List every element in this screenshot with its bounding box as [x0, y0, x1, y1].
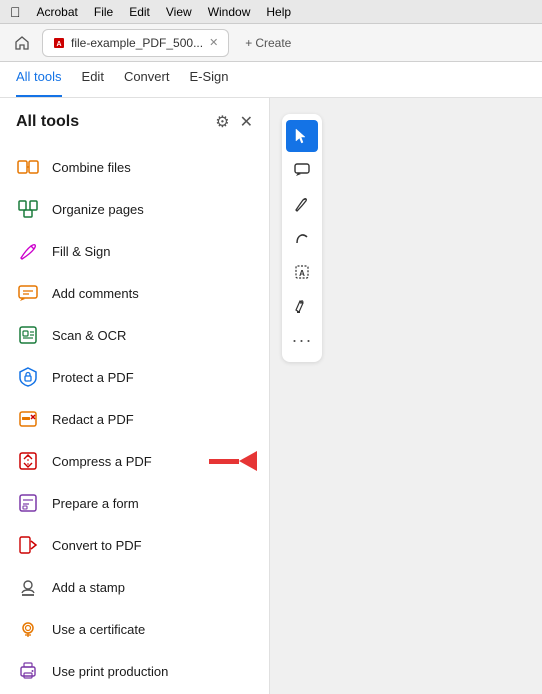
nav-esign[interactable]: E-Sign [189, 62, 228, 97]
convert-pdf-label: Convert to PDF [52, 538, 142, 553]
tool-print-production[interactable]: Use print production [0, 650, 269, 692]
protect-pdf-label: Protect a PDF [52, 370, 134, 385]
nav-convert[interactable]: Convert [124, 62, 170, 97]
select-tool-button[interactable] [286, 120, 318, 152]
tool-redact-pdf[interactable]: Redact a PDF [0, 398, 269, 440]
main-layout: All tools ⚙ ✕ Combine files [0, 98, 542, 694]
menu-file[interactable]: File [94, 5, 113, 19]
tab-label: file-example_PDF_500... [71, 36, 203, 50]
scan-ocr-label: Scan & OCR [52, 328, 126, 343]
redact-pdf-label: Redact a PDF [52, 412, 134, 427]
print-production-label: Use print production [52, 664, 168, 679]
file-tab[interactable]: A file-example_PDF_500... ✕ [42, 29, 229, 57]
tab-bar: A file-example_PDF_500... ✕ + Create [0, 24, 542, 62]
menu-edit[interactable]: Edit [129, 5, 150, 19]
plus-icon: + [245, 36, 252, 50]
add-stamp-label: Add a stamp [52, 580, 125, 595]
nav-edit[interactable]: Edit [82, 62, 104, 97]
tool-fill-sign[interactable]: Fill & Sign [0, 230, 269, 272]
tools-header: All tools ⚙ ✕ [0, 98, 269, 142]
convert-pdf-icon [16, 533, 40, 557]
menu-acrobat[interactable]: Acrobat [37, 5, 78, 19]
tool-add-comments[interactable]: Add comments [0, 272, 269, 314]
close-icon[interactable]: ✕ [240, 112, 253, 132]
organize-pages-icon [16, 197, 40, 221]
tool-protect-pdf[interactable]: Protect a PDF [0, 356, 269, 398]
scan-ocr-icon [16, 323, 40, 347]
combine-files-label: Combine files [52, 160, 131, 175]
tool-use-certificate[interactable]: Use a certificate [0, 608, 269, 650]
marker-tool-button[interactable] [286, 290, 318, 322]
redact-pdf-icon [16, 407, 40, 431]
create-label: Create [255, 36, 291, 50]
new-tab-button[interactable]: + Create [235, 29, 301, 57]
prepare-form-label: Prepare a form [52, 496, 139, 511]
menu-help[interactable]: Help [266, 5, 291, 19]
menu-view[interactable]: View [166, 5, 192, 19]
tool-combine-files[interactable]: Combine files [0, 146, 269, 188]
toolbar-card: A ··· [282, 114, 322, 362]
fill-sign-icon [16, 239, 40, 263]
tab-favicon: A [53, 37, 65, 49]
menu-bar:  Acrobat File Edit View Window Help [0, 0, 542, 24]
svg-text:A: A [56, 41, 61, 48]
tools-list: Combine files Organize pages [0, 142, 269, 694]
tool-scan-ocr[interactable]: Scan & OCR [0, 314, 269, 356]
comment-tool-button[interactable] [286, 154, 318, 186]
compress-pdf-icon [16, 449, 40, 473]
print-production-icon [16, 659, 40, 683]
use-certificate-label: Use a certificate [52, 622, 145, 637]
right-toolbar: A ··· [278, 106, 326, 370]
tab-close-button[interactable]: ✕ [209, 36, 218, 49]
draw-tool-button[interactable] [286, 188, 318, 220]
add-comments-label: Add comments [52, 286, 139, 301]
organize-pages-label: Organize pages [52, 202, 144, 217]
prepare-form-icon [16, 491, 40, 515]
compress-pdf-label: Compress a PDF [52, 454, 152, 469]
nav-all-tools[interactable]: All tools [16, 62, 62, 97]
use-certificate-icon [16, 617, 40, 641]
add-comments-icon [16, 281, 40, 305]
fill-sign-label: Fill & Sign [52, 244, 111, 259]
tools-title: All tools [16, 113, 79, 131]
menu-window[interactable]: Window [208, 5, 251, 19]
tool-prepare-form[interactable]: Prepare a form [0, 482, 269, 524]
tools-panel: All tools ⚙ ✕ Combine files [0, 98, 270, 694]
tool-organize-pages[interactable]: Organize pages [0, 188, 269, 230]
compress-arrow-indicator [209, 451, 257, 471]
add-stamp-icon [16, 575, 40, 599]
protect-pdf-icon [16, 365, 40, 389]
more-tools-button[interactable]: ··· [286, 324, 318, 356]
content-area: A ··· [270, 98, 542, 694]
text-select-button[interactable]: A [286, 256, 318, 288]
tool-add-stamp[interactable]: Add a stamp [0, 566, 269, 608]
nav-bar: All tools Edit Convert E-Sign [0, 62, 542, 98]
gear-icon[interactable]: ⚙ [215, 112, 229, 132]
tool-compress-pdf[interactable]: Compress a PDF [0, 440, 269, 482]
apple-menu[interactable]:  [10, 4, 21, 20]
combine-files-icon [16, 155, 40, 179]
home-button[interactable] [8, 29, 36, 57]
tool-convert-pdf[interactable]: Convert to PDF [0, 524, 269, 566]
tools-header-icons: ⚙ ✕ [215, 112, 253, 132]
svg-text:A: A [299, 269, 305, 278]
curve-tool-button[interactable] [286, 222, 318, 254]
